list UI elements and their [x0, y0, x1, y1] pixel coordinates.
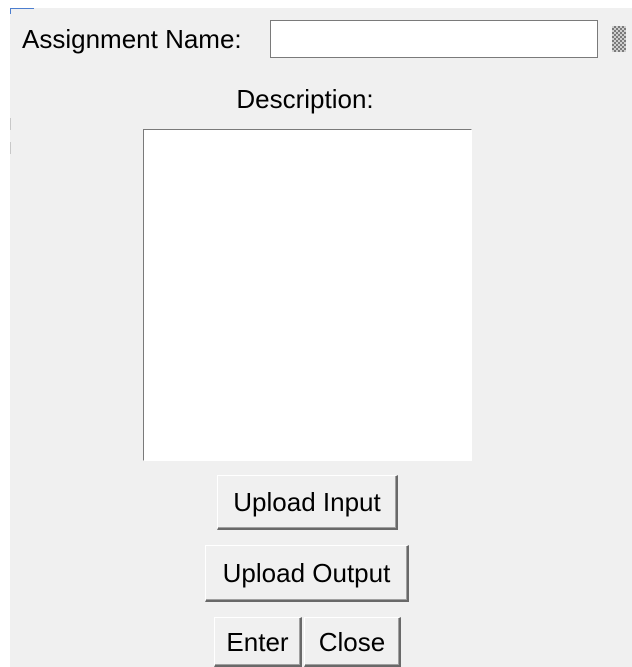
close-button[interactable]: Close: [304, 617, 401, 667]
window-edge-tick: [10, 142, 11, 154]
assignment-window: Assignment Name: Description: Upload Inp…: [0, 0, 632, 667]
focus-edge-mark-top: [10, 8, 34, 9]
assignment-name-input[interactable]: [270, 20, 598, 58]
enter-button[interactable]: Enter: [214, 617, 302, 667]
upload-output-button[interactable]: Upload Output: [205, 545, 409, 602]
assignment-name-label: Assignment Name:: [22, 24, 242, 54]
resize-grip-icon[interactable]: [612, 26, 626, 52]
window-edge-tick: [10, 118, 11, 130]
description-label: Description:: [236, 84, 374, 114]
description-textarea[interactable]: [143, 129, 472, 461]
upload-input-button[interactable]: Upload Input: [217, 475, 398, 530]
